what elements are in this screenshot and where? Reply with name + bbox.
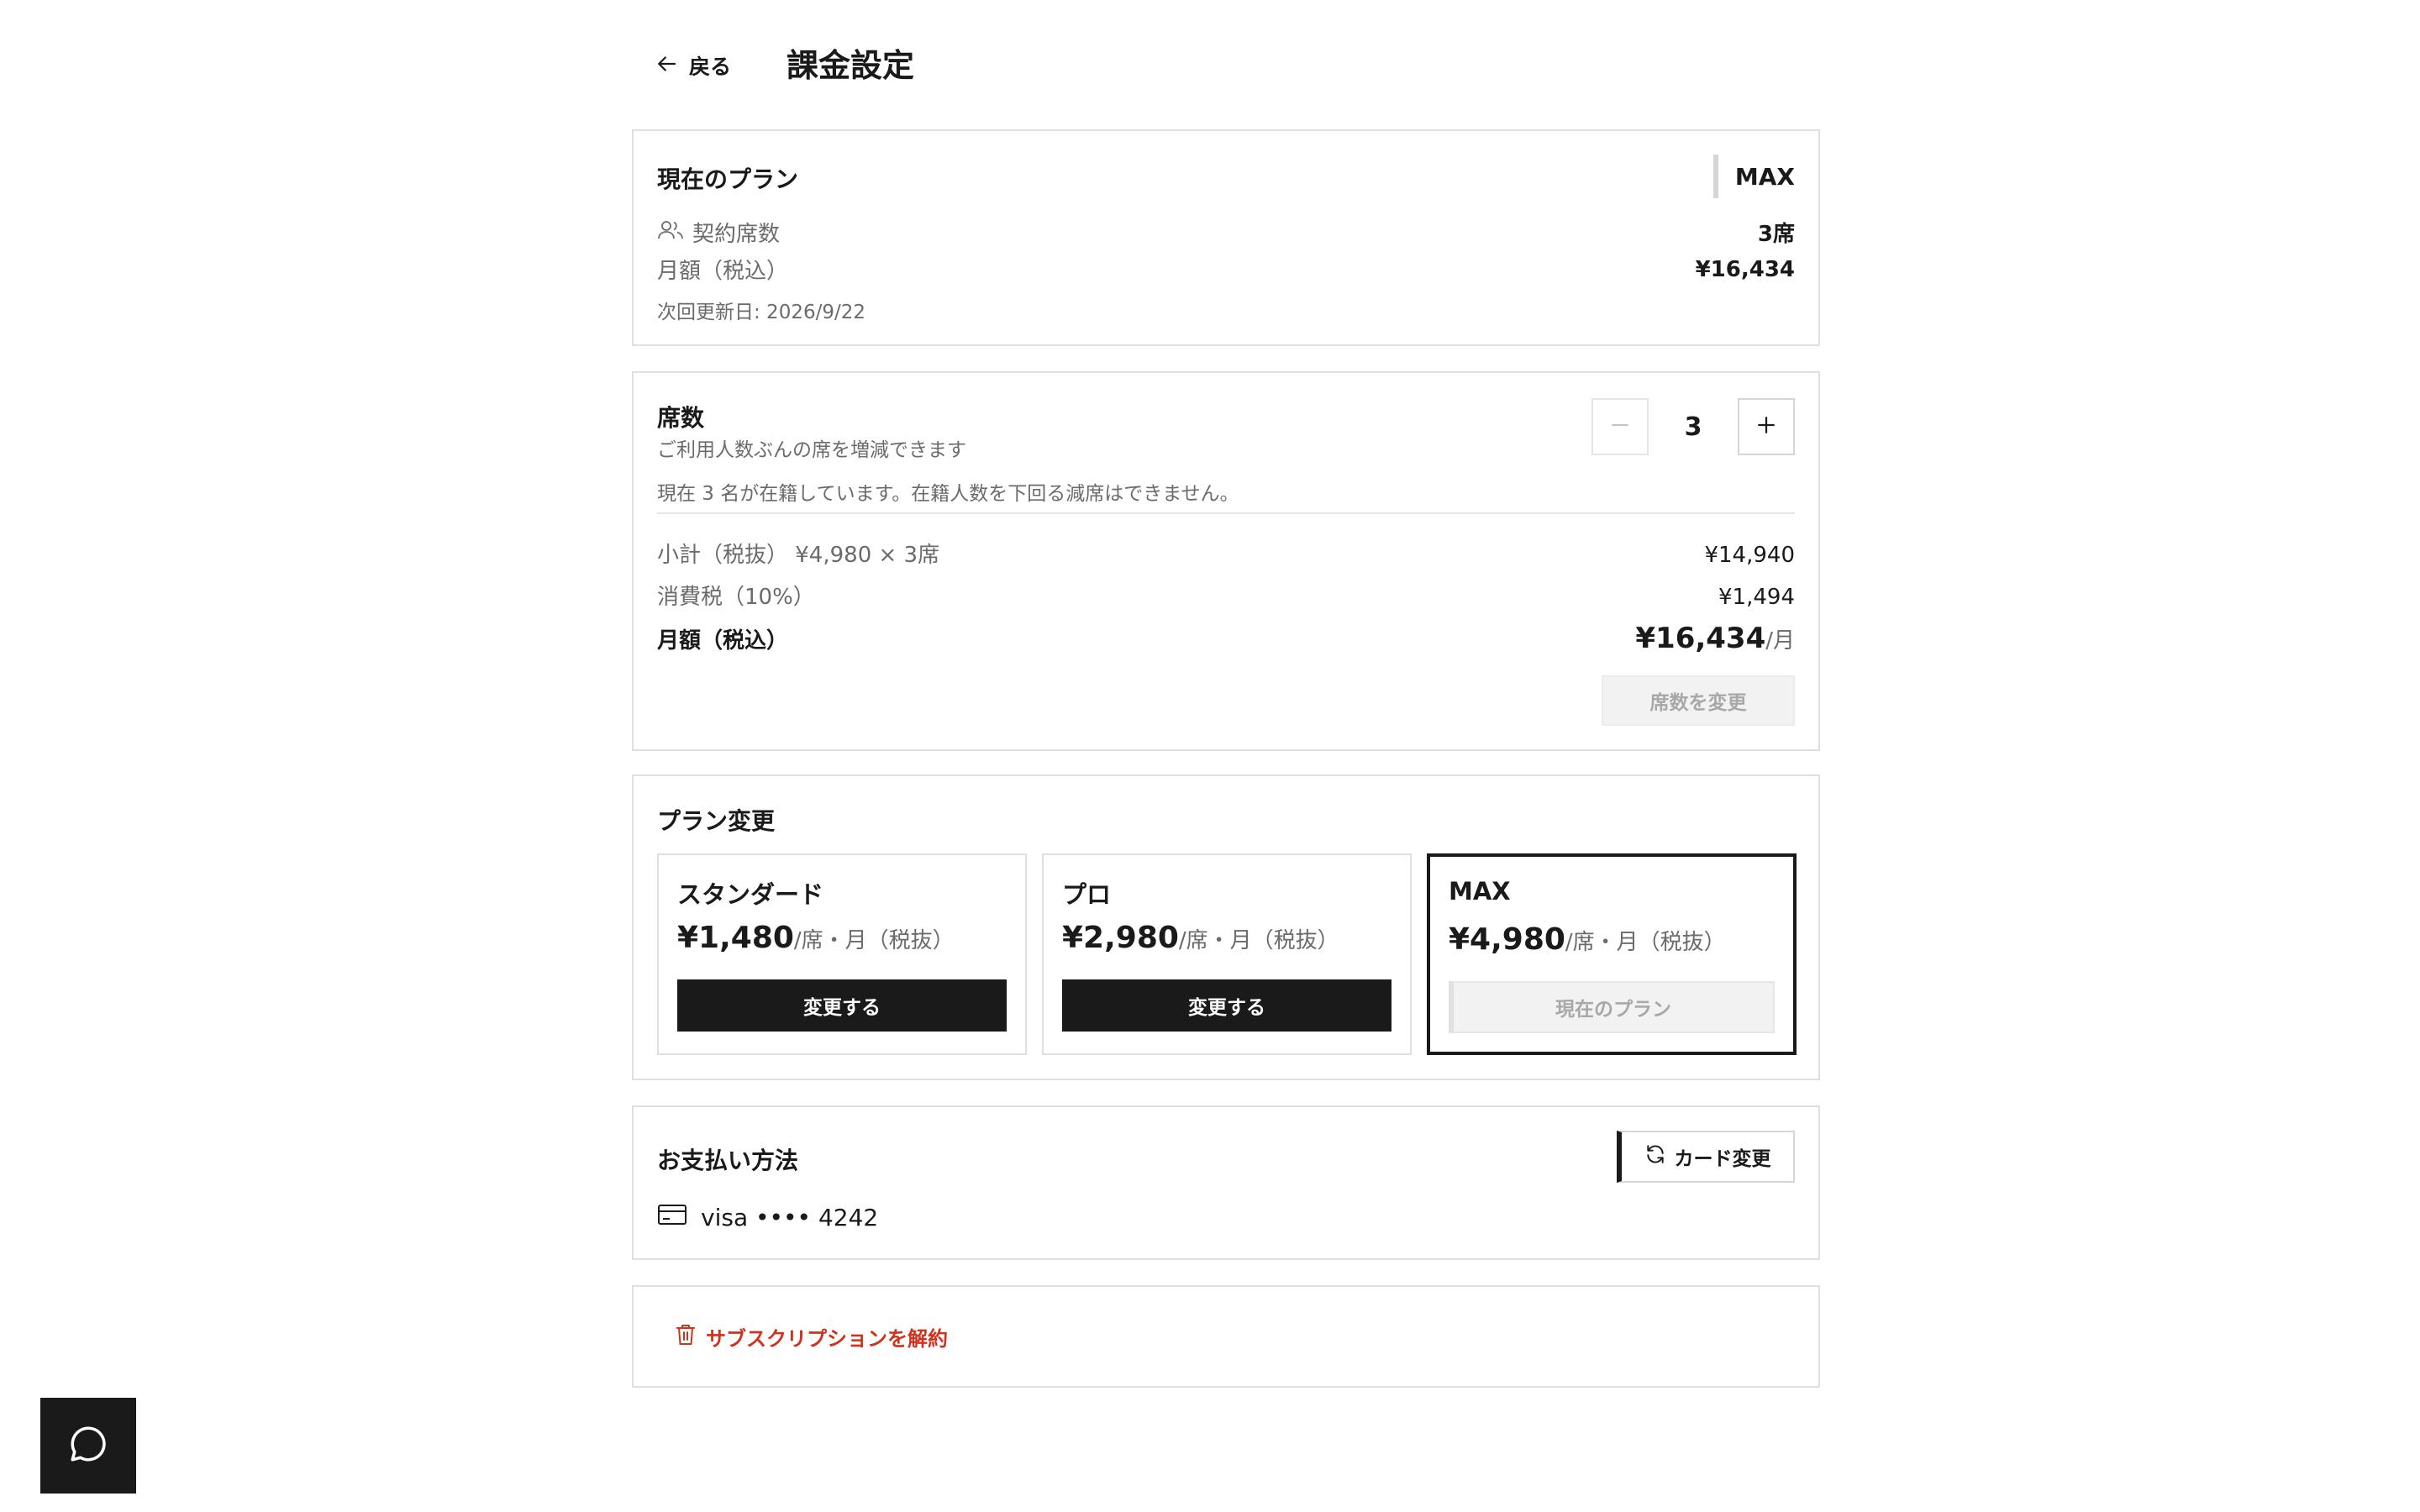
seats-title: 席数 — [657, 404, 705, 432]
seats-value: 3席 — [1757, 222, 1795, 247]
monthly-row: 月額（税込） ¥16,434 — [657, 254, 1795, 285]
plan-name: プロ — [1062, 880, 1112, 909]
cancel-subscription-link[interactable]: サブスクリプションを解約 — [676, 1322, 948, 1352]
subtotal-label: 小計（税抜） ¥4,980 × 3席 — [657, 543, 940, 568]
seats-note: 現在 3 名が在籍しています。在籍人数を下回る減席はできません。 — [657, 483, 1239, 505]
payment-title: お支払い方法 — [657, 1147, 799, 1174]
divider — [657, 512, 1795, 514]
seat-count: 3 — [1684, 412, 1702, 442]
tax-label: 消費税（10%） — [657, 585, 815, 610]
change-card-button[interactable]: カード変更 — [1617, 1131, 1795, 1183]
seats-label: 契約席数 — [692, 222, 781, 247]
plan-badge: MAX — [1712, 155, 1795, 198]
card-number: visa •••• 4242 — [701, 1204, 879, 1231]
seats-subtitle: ご利用人数ぶんの席を増減できます — [657, 439, 966, 461]
plan-option-standard: スタンダード ¥1,480 /席・月（税抜） 変更する — [657, 853, 1027, 1055]
change-plan-button[interactable]: 変更する — [1062, 979, 1392, 1032]
seats-row: 契約席数 3席 — [657, 217, 1795, 248]
total-row: 月額（税込） ¥16,434/月 — [657, 622, 1795, 655]
total-value: ¥16,434 — [1635, 622, 1766, 655]
change-card-label: カード変更 — [1674, 1148, 1771, 1170]
cancel-label: サブスクリプションを解約 — [706, 1327, 948, 1351]
credit-card-icon — [657, 1203, 687, 1232]
increment-button[interactable] — [1738, 398, 1795, 455]
minus-icon — [1607, 412, 1633, 441]
plan-price: ¥4,980 — [1449, 922, 1565, 957]
total-unit: /月 — [1765, 628, 1795, 654]
tax-value: ¥1,494 — [1718, 585, 1795, 610]
next-renewal-date: 次回更新日: 2026/9/22 — [657, 302, 865, 323]
plan-name: MAX — [1449, 877, 1511, 906]
page-title: 課金設定 — [786, 47, 915, 84]
back-link[interactable]: 戻る — [654, 49, 731, 82]
refresh-icon — [1644, 1143, 1666, 1170]
seat-stepper: 3 — [1591, 398, 1795, 455]
back-label: 戻る — [689, 55, 732, 79]
current-plan-card: 現在のプラン MAX 契約席数 3席 月額（税込） ¥16,434 次回更新日:… — [632, 129, 1820, 346]
plan-change-title: プラン変更 — [657, 807, 776, 835]
trash-icon — [676, 1323, 696, 1352]
seats-card: 席数 ご利用人数ぶんの席を増減できます 3 現在 3 名が在籍しています。在籍人… — [632, 371, 1820, 751]
payment-method: visa •••• 4242 — [657, 1203, 878, 1232]
change-plan-button[interactable]: 変更する — [677, 979, 1007, 1032]
plan-price: ¥2,980 — [1062, 921, 1179, 955]
arrow-left-icon — [654, 51, 679, 80]
plan-option-max: MAX ¥4,980 /席・月（税抜） 現在のプラン — [1427, 853, 1797, 1055]
chat-button[interactable] — [40, 1398, 136, 1494]
plan-name: スタンダード — [677, 880, 824, 909]
plan-option-pro: プロ ¥2,980 /席・月（税抜） 変更する — [1042, 853, 1412, 1055]
plan-price-unit: /席・月（税抜） — [1178, 928, 1339, 953]
plus-icon — [1754, 412, 1779, 441]
monthly-value: ¥16,434 — [1695, 256, 1795, 282]
decrement-button[interactable] — [1591, 398, 1649, 455]
payment-card: お支払い方法 カード変更 visa •••• 4242 — [632, 1105, 1820, 1260]
users-icon — [657, 218, 684, 246]
chat-bubble-icon — [67, 1423, 109, 1468]
subtotal-row: 小計（税抜） ¥4,980 × 3席 ¥14,940 — [657, 538, 1795, 569]
tax-row: 消費税（10%） ¥1,494 — [657, 580, 1795, 611]
plan-price: ¥1,480 — [677, 921, 794, 955]
change-seats-button[interactable]: 席数を変更 — [1602, 675, 1795, 726]
current-plan-title: 現在のプラン — [657, 165, 799, 193]
cancel-card: サブスクリプションを解約 — [632, 1285, 1820, 1388]
current-plan-button[interactable]: 現在のプラン — [1449, 981, 1775, 1033]
monthly-label: 月額（税込） — [657, 259, 789, 284]
plan-change-card: プラン変更 スタンダード ¥1,480 /席・月（税抜） 変更する プロ ¥2,… — [632, 774, 1820, 1080]
plan-price-unit: /席・月（税抜） — [793, 928, 955, 953]
subtotal-value: ¥14,940 — [1704, 543, 1795, 568]
total-label: 月額（税込） — [657, 628, 789, 654]
plan-price-unit: /席・月（税抜） — [1565, 930, 1726, 955]
